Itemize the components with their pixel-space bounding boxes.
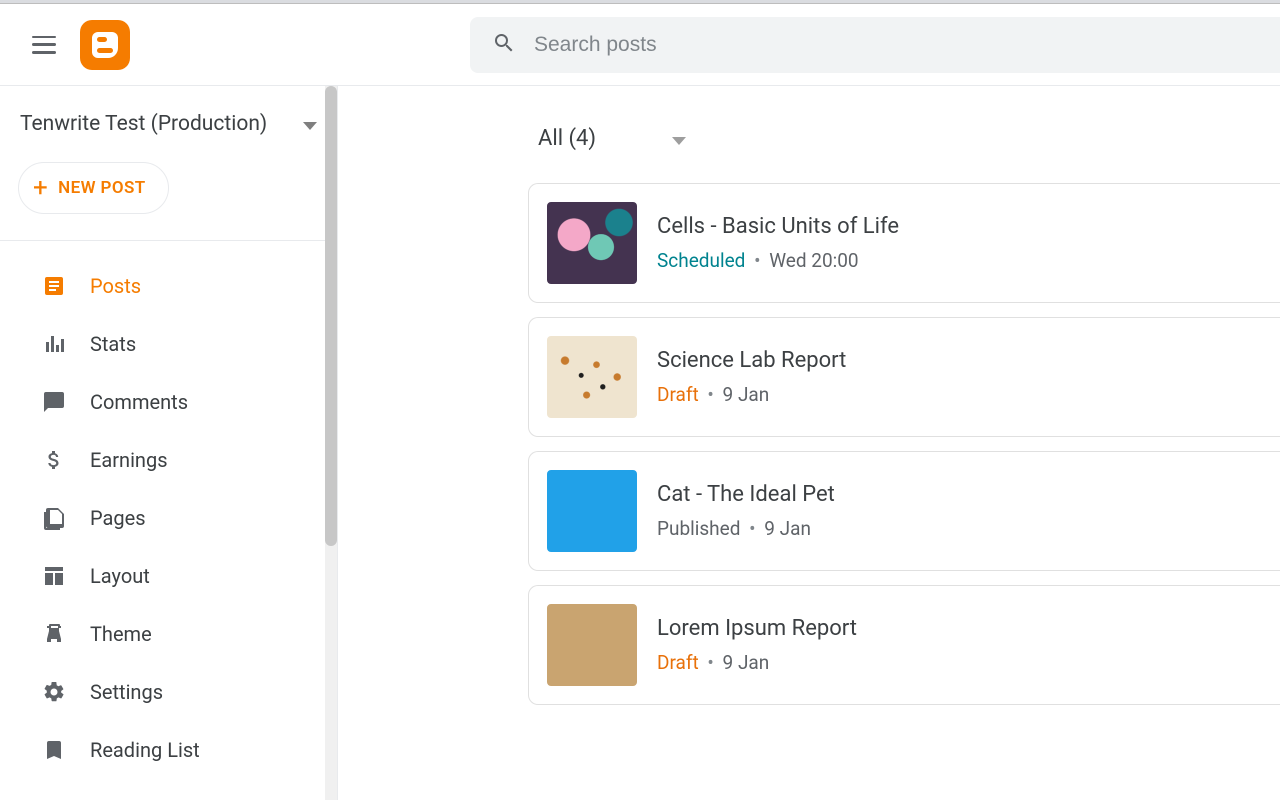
posts-list: Cells - Basic Units of Life Scheduled • W…	[528, 183, 1280, 705]
sidebar: Tenwrite Test (Production) + NEW POST Po…	[0, 86, 338, 800]
post-status: Scheduled	[657, 249, 745, 272]
chevron-down-icon	[303, 112, 317, 136]
separator-dot: •	[749, 249, 765, 272]
readinglist-icon	[40, 738, 68, 762]
sidebar-scrollbar-thumb[interactable]	[325, 86, 337, 546]
post-info: Lorem Ipsum Report Draft • 9 Jan	[657, 616, 857, 674]
post-title: Lorem Ipsum Report	[657, 616, 857, 641]
blogger-logo[interactable]	[80, 20, 130, 70]
sidebar-item-earnings[interactable]: Earnings	[0, 431, 309, 489]
post-thumbnail	[547, 604, 637, 686]
sidebar-item-theme[interactable]: Theme	[0, 605, 309, 663]
post-status: Published	[657, 517, 740, 540]
blog-selector[interactable]: Tenwrite Test (Production)	[0, 86, 337, 154]
post-card[interactable]: Cat - The Ideal Pet Published • 9 Jan	[528, 451, 1280, 571]
comments-icon	[40, 390, 68, 414]
theme-icon	[40, 622, 68, 646]
post-date: 9 Jan	[764, 517, 811, 540]
separator-dot: •	[703, 651, 719, 674]
sidebar-item-settings[interactable]: Settings	[0, 663, 309, 721]
post-status: Draft	[657, 383, 699, 406]
sidebar-item-label: Posts	[90, 274, 141, 298]
layout-icon	[40, 564, 68, 588]
post-date: 9 Jan	[723, 383, 770, 406]
separator-dot: •	[703, 383, 719, 406]
post-meta: Draft • 9 Jan	[657, 383, 846, 406]
post-thumbnail	[547, 470, 637, 552]
search-icon	[492, 31, 516, 59]
post-status: Draft	[657, 651, 699, 674]
post-title: Science Lab Report	[657, 348, 846, 373]
post-card[interactable]: Science Lab Report Draft • 9 Jan	[528, 317, 1280, 437]
search-input[interactable]	[534, 33, 1270, 57]
sidebar-item-label: Reading List	[90, 738, 200, 762]
new-post-label: NEW POST	[58, 178, 145, 198]
sidebar-item-label: Layout	[90, 564, 150, 588]
sidebar-item-reading-list[interactable]: Reading List	[0, 721, 309, 779]
posts-icon	[40, 274, 68, 298]
filter-label: All (4)	[538, 126, 596, 151]
post-card[interactable]: Lorem Ipsum Report Draft • 9 Jan	[528, 585, 1280, 705]
chevron-down-icon	[672, 126, 686, 151]
app-header	[0, 4, 1280, 86]
new-post-button[interactable]: + NEW POST	[18, 162, 169, 214]
sidebar-item-label: Theme	[90, 622, 152, 646]
sidebar-item-label: Earnings	[90, 448, 168, 472]
sidebar-item-comments[interactable]: Comments	[0, 373, 309, 431]
pages-icon	[40, 506, 68, 530]
search-bar[interactable]	[470, 17, 1280, 73]
settings-icon	[40, 680, 68, 704]
post-thumbnail	[547, 202, 637, 284]
sidebar-item-stats[interactable]: Stats	[0, 315, 309, 373]
post-thumbnail	[547, 336, 637, 418]
sidebar-item-label: Pages	[90, 506, 146, 530]
sidebar-item-posts[interactable]: Posts	[0, 257, 309, 315]
sidebar-item-label: Stats	[90, 332, 136, 356]
post-title: Cat - The Ideal Pet	[657, 482, 835, 507]
post-date: Wed 20:00	[769, 249, 858, 272]
separator-dot: •	[744, 517, 760, 540]
main-content: All (4) Cells - Basic Units of Life Sched…	[338, 86, 1280, 800]
plus-icon: +	[33, 175, 48, 201]
post-meta: Draft • 9 Jan	[657, 651, 857, 674]
post-info: Science Lab Report Draft • 9 Jan	[657, 348, 846, 406]
post-info: Cells - Basic Units of Life Scheduled • W…	[657, 214, 899, 272]
sidebar-nav: Posts Stats Comments Earnings Pages Layout The…	[0, 241, 337, 779]
post-meta: Published • 9 Jan	[657, 517, 835, 540]
post-meta: Scheduled • Wed 20:00	[657, 249, 899, 272]
blog-name: Tenwrite Test (Production)	[20, 112, 267, 136]
sidebar-item-pages[interactable]: Pages	[0, 489, 309, 547]
post-title: Cells - Basic Units of Life	[657, 214, 899, 239]
post-date: 9 Jan	[723, 651, 770, 674]
post-card[interactable]: Cells - Basic Units of Life Scheduled • W…	[528, 183, 1280, 303]
sidebar-item-label: Settings	[90, 680, 163, 704]
hamburger-icon	[32, 36, 56, 54]
post-info: Cat - The Ideal Pet Published • 9 Jan	[657, 482, 835, 540]
earnings-icon	[40, 448, 68, 472]
posts-filter[interactable]: All (4)	[528, 86, 1280, 183]
sidebar-item-label: Comments	[90, 390, 188, 414]
sidebar-item-layout[interactable]: Layout	[0, 547, 309, 605]
main-menu-button[interactable]	[20, 21, 68, 69]
stats-icon	[40, 332, 68, 356]
blogger-logo-glyph	[92, 32, 118, 58]
sidebar-scrollbar-track[interactable]	[325, 86, 337, 800]
